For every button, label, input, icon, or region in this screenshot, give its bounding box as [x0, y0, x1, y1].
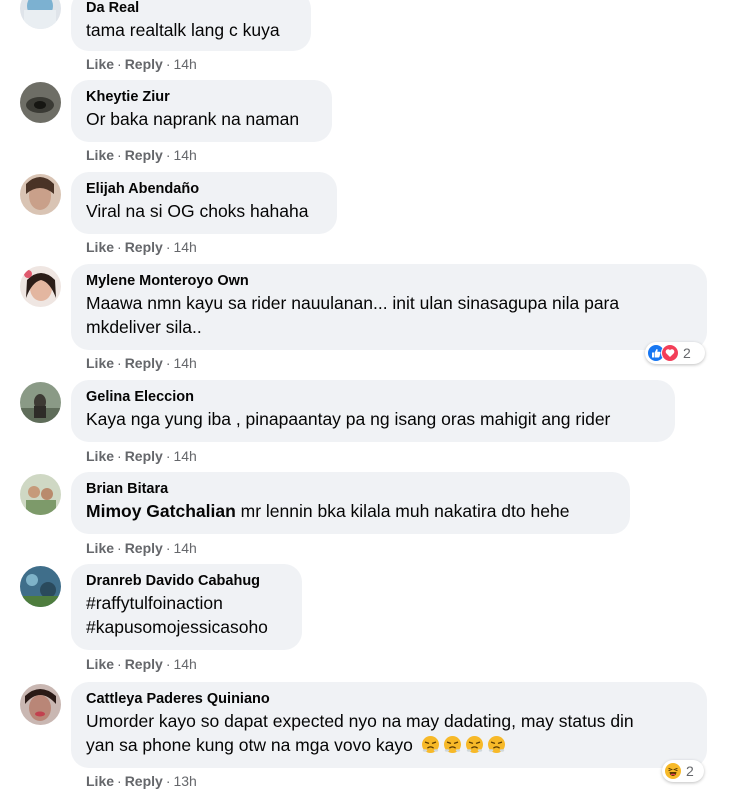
avatar[interactable]	[20, 474, 61, 515]
commenter-name[interactable]: Kheytie Ziur	[86, 88, 320, 107]
comment-bubble: Cattleya Paderes Quiniano Umorder kayo s…	[71, 682, 707, 768]
avatar[interactable]	[20, 82, 61, 123]
reaction-count: 2	[686, 763, 694, 779]
commenter-name[interactable]: Brian Bitara	[86, 480, 618, 499]
timestamp[interactable]: 14h	[173, 355, 196, 371]
timestamp[interactable]: 14h	[173, 540, 196, 556]
reply-button[interactable]: Reply	[125, 773, 163, 789]
commenter-name[interactable]: Mylene Monteroyo Own	[86, 272, 695, 291]
reaction-summary[interactable]: 2	[645, 342, 705, 364]
huffing-face-emoji-icon	[487, 735, 506, 754]
comment-bubble: Kheytie Ziur Or baka naprank na naman	[71, 80, 332, 142]
comment-text-line: yan sa phone kung otw na mga vovo kayo	[86, 733, 695, 757]
avatar[interactable]	[20, 174, 61, 215]
comment-actions: Like · Reply · 14h	[86, 656, 197, 672]
like-button[interactable]: Like	[86, 656, 114, 672]
comment-text: Viral na si OG choks hahaha	[86, 201, 309, 221]
commenter-name[interactable]: Cattleya Paderes Quiniano	[86, 690, 695, 709]
comment-text: Kaya nga yung iba , pinapaantay pa ng is…	[86, 409, 611, 429]
reply-button[interactable]: Reply	[125, 56, 163, 72]
huffing-face-emoji-icon	[421, 735, 440, 754]
love-icon	[661, 344, 679, 362]
reply-button[interactable]: Reply	[125, 355, 163, 371]
reaction-count: 2	[683, 345, 691, 361]
comment-actions: Like · Reply · 14h	[86, 56, 197, 72]
avatar[interactable]	[20, 266, 61, 307]
comment-actions: Like · Reply · 14h	[86, 448, 197, 464]
avatar[interactable]	[20, 566, 61, 607]
like-button[interactable]: Like	[86, 147, 114, 163]
comment-bubble: Dranreb Davido Cabahug #raffytulfoinacti…	[71, 564, 302, 650]
timestamp[interactable]: 14h	[173, 656, 196, 672]
like-button[interactable]: Like	[86, 448, 114, 464]
avatar[interactable]	[20, 382, 61, 423]
timestamp[interactable]: 14h	[173, 448, 196, 464]
comment-bubble: Mylene Monteroyo Own Maawa nmn kayu sa r…	[71, 264, 707, 350]
avatar[interactable]	[20, 0, 61, 29]
comment-actions: Like · Reply · 14h	[86, 355, 197, 371]
comment-actions: Like · Reply · 13h	[86, 773, 197, 789]
reaction-summary[interactable]: 2	[662, 760, 704, 782]
commenter-name[interactable]: Gelina Eleccion	[86, 388, 663, 407]
like-button[interactable]: Like	[86, 773, 114, 789]
comment-bubble: Brian Bitara Mimoy Gatchalian mr lennin …	[71, 472, 630, 534]
like-button[interactable]: Like	[86, 239, 114, 255]
timestamp[interactable]: 14h	[173, 147, 196, 163]
reply-button[interactable]: Reply	[125, 147, 163, 163]
like-button[interactable]: Like	[86, 540, 114, 556]
timestamp[interactable]: 13h	[173, 773, 196, 789]
haha-icon	[664, 762, 682, 780]
comment-text: Mimoy Gatchalian mr lennin bka kilala mu…	[86, 501, 570, 521]
mention-link[interactable]: Mimoy Gatchalian	[86, 501, 236, 521]
timestamp[interactable]: 14h	[173, 56, 196, 72]
comment-text: Or baka naprank na naman	[86, 109, 300, 129]
huffing-face-emoji-icon	[443, 735, 462, 754]
commenter-name[interactable]: Da Real	[86, 0, 299, 18]
comment-text-line: Umorder kayo so dapat expected nyo na ma…	[86, 711, 634, 731]
comment-text-line: Maawa nmn kayu sa rider nauulanan... ini…	[86, 293, 620, 313]
comment-actions: Like · Reply · 14h	[86, 239, 197, 255]
huffing-face-emoji-icon	[465, 735, 484, 754]
comment-actions: Like · Reply · 14h	[86, 147, 197, 163]
timestamp[interactable]: 14h	[173, 239, 196, 255]
reply-button[interactable]: Reply	[125, 239, 163, 255]
reply-button[interactable]: Reply	[125, 540, 163, 556]
comment-text: tama realtalk lang c kuya	[86, 20, 280, 40]
comment-bubble: Gelina Eleccion Kaya nga yung iba , pina…	[71, 380, 675, 442]
comment-bubble: Elijah Abendaño Viral na si OG choks hah…	[71, 172, 337, 234]
commenter-name[interactable]: Dranreb Davido Cabahug	[86, 572, 290, 591]
comment-text-line: mkdeliver sila..	[86, 317, 202, 337]
reply-button[interactable]: Reply	[125, 656, 163, 672]
avatar[interactable]	[20, 684, 61, 725]
comment-actions: Like · Reply · 14h	[86, 540, 197, 556]
like-button[interactable]: Like	[86, 355, 114, 371]
comment-bubble: Da Real tama realtalk lang c kuya	[71, 0, 311, 51]
reply-button[interactable]: Reply	[125, 448, 163, 464]
hashtag-link[interactable]: #kapusomojessicasoho	[86, 615, 290, 639]
commenter-name[interactable]: Elijah Abendaño	[86, 180, 325, 199]
hashtag-link[interactable]: #raffytulfoinaction	[86, 591, 290, 615]
like-button[interactable]: Like	[86, 56, 114, 72]
